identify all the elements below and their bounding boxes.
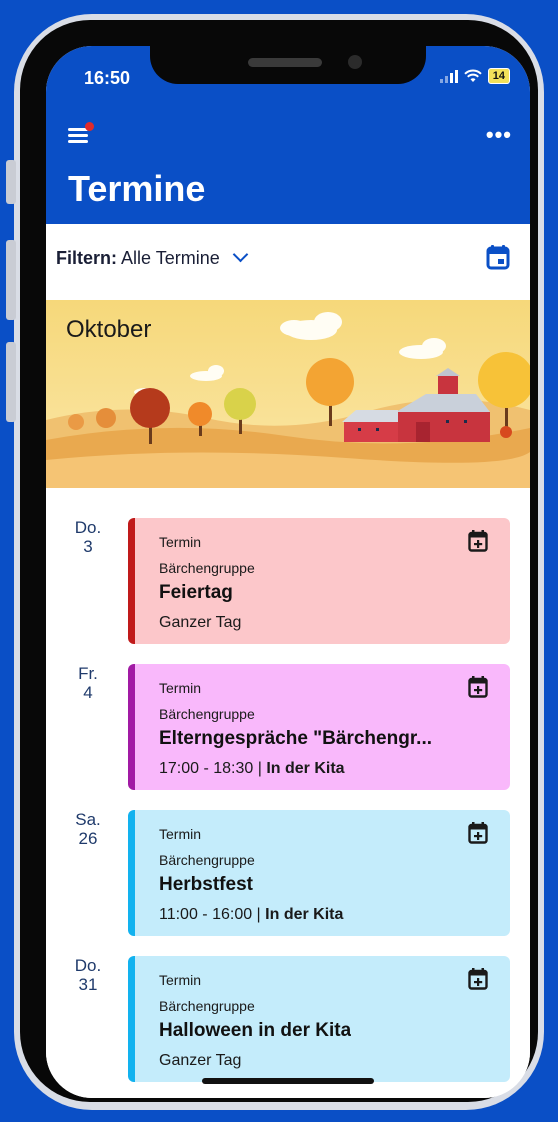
chevron-down-icon — [232, 246, 249, 263]
event-weekday: Do. — [74, 956, 102, 975]
event-card[interactable]: Termin Bärchengruppe Feiertag Ganzer Tag — [128, 518, 510, 644]
battery-icon: 14 — [487, 68, 510, 84]
event-group: Bärchengruppe — [159, 852, 255, 868]
event-group: Bärchengruppe — [159, 998, 255, 1014]
event-when: Ganzer Tag — [159, 614, 241, 632]
event-title: Herbstfest — [159, 874, 253, 895]
event-kind: Termin — [159, 826, 202, 842]
more-dots-icon[interactable]: ••• — [486, 122, 512, 148]
home-indicator[interactable] — [202, 1078, 374, 1084]
status-icons: 14 — [439, 68, 510, 84]
event-when: Ganzer Tag — [159, 1052, 241, 1070]
event-date: Sa. 26 — [66, 810, 110, 848]
event-kind: Termin — [159, 534, 202, 550]
event-when: 17:00 - 18:30 | In der Kita — [159, 760, 345, 778]
event-time: 11:00 - 16:00 | — [159, 906, 266, 923]
volume-down-button — [6, 342, 16, 422]
filter-bar: Filtern: Alle Termine — [46, 224, 530, 300]
event-title: Feiertag — [159, 582, 233, 603]
event-kind: Termin — [159, 972, 202, 988]
event-weekday: Do. — [74, 518, 102, 537]
event-list: Do. 3 Termin Bärchengruppe Feiertag Ganz… — [46, 488, 530, 1098]
camera — [348, 55, 362, 69]
speaker — [248, 58, 322, 67]
event-weekday: Sa. — [75, 810, 101, 829]
event-row[interactable]: Do. 3 Termin Bärchengruppe Feiertag Ganz… — [46, 518, 530, 646]
calendar-add-icon[interactable] — [468, 676, 488, 698]
event-row[interactable]: Fr. 4 Termin Bärchengruppe Elterngespräc… — [46, 664, 530, 792]
event-date: Do. 3 — [66, 518, 110, 556]
event-time: Ganzer Tag — [159, 614, 242, 631]
notification-dot — [85, 122, 94, 131]
event-row[interactable]: Do. 31 Termin Bärchengruppe Halloween in… — [46, 956, 530, 1084]
event-group: Bärchengruppe — [159, 706, 255, 722]
event-card[interactable]: Termin Bärchengruppe Elterngespräche "Bä… — [128, 664, 510, 790]
event-title: Elterngespräche "Bärchengr... — [159, 728, 432, 749]
event-row[interactable]: Sa. 26 Termin Bärchengruppe Herbstfest 1… — [46, 810, 530, 938]
filter-label: Filtern: — [56, 248, 117, 268]
event-title: Halloween in der Kita — [159, 1020, 352, 1041]
event-card[interactable]: Termin Bärchengruppe Herbstfest 11:00 - … — [128, 810, 510, 936]
status-time: 16:50 — [84, 68, 131, 88]
month-banner: Oktober — [46, 300, 530, 488]
event-when: 11:00 - 16:00 | In der Kita — [159, 906, 343, 924]
event-day: 26 — [78, 829, 98, 848]
event-kind: Termin — [159, 680, 202, 696]
hamburger-menu-icon[interactable] — [68, 122, 94, 146]
month-label: Oktober — [66, 316, 152, 343]
page-title: Termine — [68, 168, 206, 209]
event-day: 31 — [78, 975, 98, 994]
calendar-add-icon[interactable] — [468, 530, 488, 552]
event-card[interactable]: Termin Bärchengruppe Halloween in der Ki… — [128, 956, 510, 1082]
calendar-add-icon[interactable] — [468, 822, 488, 844]
filter-dropdown[interactable]: Filtern: Alle Termine — [56, 246, 249, 269]
event-weekday: Fr. — [78, 664, 98, 683]
event-place: In der Kita — [265, 906, 344, 923]
event-group: Bärchengruppe — [159, 560, 255, 576]
signal-icon — [439, 69, 458, 83]
event-day: 4 — [83, 683, 93, 702]
filter-value: Alle Termine — [121, 248, 220, 268]
volume-up-button — [6, 240, 16, 320]
event-date: Fr. 4 — [66, 664, 110, 702]
event-date: Do. 31 — [66, 956, 110, 994]
event-place: In der Kita — [266, 760, 345, 777]
calendar-add-icon[interactable] — [468, 968, 488, 990]
event-day: 3 — [83, 537, 93, 556]
wifi-icon — [464, 69, 482, 82]
phone-notch — [150, 46, 426, 84]
mute-switch — [6, 160, 16, 204]
calendar-icon[interactable] — [486, 244, 510, 270]
event-time: 17:00 - 18:30 | — [159, 760, 267, 777]
event-time: Ganzer Tag — [159, 1052, 242, 1069]
app-screen: 16:50 14 ••• Termine Filtern: Alle Termi… — [46, 46, 530, 1098]
